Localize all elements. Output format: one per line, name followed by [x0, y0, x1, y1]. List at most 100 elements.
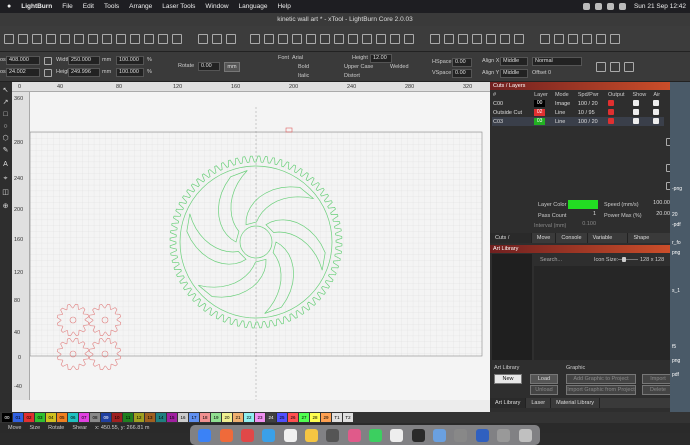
apple-icon[interactable]: ●	[7, 3, 11, 10]
palette-swatch[interactable]: 13	[145, 413, 155, 422]
settings-icon[interactable]	[212, 34, 222, 44]
ellipse-tool-icon[interactable]: ○	[1, 122, 10, 131]
calendar-icon[interactable]	[283, 428, 297, 442]
edit-nodes-icon[interactable]: ↗	[1, 98, 10, 107]
bool-intersect-icon[interactable]	[568, 34, 578, 44]
measure-tool-icon[interactable]: ⌖	[1, 174, 10, 183]
height-field[interactable]: 249.996	[68, 68, 100, 77]
open-icon[interactable]	[4, 34, 14, 44]
palette-swatch[interactable]: T2	[343, 413, 353, 422]
palette-swatch[interactable]: 05	[57, 413, 67, 422]
trace-icon[interactable]	[172, 34, 182, 44]
palette-swatch[interactable]: 29	[321, 413, 331, 422]
menu-app[interactable]: LightBurn	[21, 3, 52, 10]
paste-icon[interactable]	[88, 34, 98, 44]
alignx-select[interactable]: Middle	[500, 57, 528, 66]
work-canvas[interactable]	[30, 92, 490, 400]
show-toggle[interactable]	[632, 117, 639, 124]
icon-size-slider[interactable]	[618, 259, 638, 260]
air-toggle[interactable]	[653, 117, 660, 124]
menu-tools[interactable]: Tools	[104, 3, 119, 10]
palette-swatch[interactable]: 23	[255, 413, 265, 422]
tab-cuts-layers[interactable]: Cuts / Layers	[490, 233, 532, 251]
device-icon[interactable]	[226, 34, 236, 44]
lightburn-icon[interactable]	[411, 428, 425, 442]
desktop-file-label[interactable]: 20	[672, 212, 678, 218]
copy-icon[interactable]	[74, 34, 84, 44]
cut-icon[interactable]	[60, 34, 70, 44]
offset-tool-icon[interactable]: ◫	[1, 188, 10, 197]
search-icon[interactable]	[606, 3, 614, 10]
welded-check[interactable]: Welded	[390, 64, 409, 70]
system-settings-icon[interactable]	[454, 428, 468, 442]
grid-icon[interactable]	[610, 34, 620, 44]
flip-icon[interactable]	[390, 34, 400, 44]
anchor-icon[interactable]	[44, 57, 52, 65]
palette-swatch[interactable]: 11	[123, 413, 133, 422]
align-middle-icon[interactable]	[306, 34, 316, 44]
row-mode[interactable]: Line	[554, 117, 577, 126]
speed-field[interactable]: 100.00	[644, 200, 670, 209]
clock[interactable]: Sun 21 Sep 12:42	[634, 3, 686, 10]
hspace-field[interactable]: 0.00	[452, 58, 472, 67]
layer-swatch[interactable]: 00	[534, 100, 546, 107]
app-icon[interactable]	[497, 428, 511, 442]
pan-icon[interactable]	[102, 34, 112, 44]
weld-icon[interactable]	[458, 34, 468, 44]
palette-swatch[interactable]: 00	[2, 413, 12, 422]
palette-swatch[interactable]: 28	[310, 413, 320, 422]
palette-swatch[interactable]: 24	[266, 413, 276, 422]
align-top-icon[interactable]	[292, 34, 302, 44]
tab-console[interactable]: Console	[556, 233, 588, 243]
desktop-file-label[interactable]: png	[672, 358, 680, 364]
width-field[interactable]: 250.000	[68, 56, 100, 65]
layer-swatch[interactable]: 03	[534, 118, 546, 125]
palette-swatch[interactable]: 01	[13, 413, 23, 422]
position-icon[interactable]	[444, 34, 454, 44]
uppercase-check[interactable]: Upper Case	[344, 64, 373, 70]
palette-swatch[interactable]: 17	[189, 413, 199, 422]
control-center-icon[interactable]	[618, 3, 626, 10]
status-shear[interactable]: Shear	[72, 425, 87, 431]
table-row[interactable]: Outside Cut 02 Line 10 / 95	[492, 108, 664, 117]
menu-window[interactable]: Window	[205, 3, 228, 10]
power-field[interactable]: 20.00	[644, 211, 670, 220]
menu-laser-tools[interactable]: Laser Tools	[162, 3, 195, 10]
table-row[interactable]: C03 03 Line 100 / 20	[492, 117, 664, 126]
art-library-list[interactable]	[492, 254, 532, 360]
palette-swatch[interactable]: 10	[112, 413, 122, 422]
aligny-select[interactable]: Middle	[500, 69, 528, 78]
zoom-in-icon[interactable]	[116, 34, 126, 44]
polygon-tool-icon[interactable]: ⬡	[1, 134, 10, 143]
start-icon[interactable]	[610, 62, 620, 72]
tab-art-library[interactable]: Art Library	[490, 398, 527, 408]
offset-icon[interactable]	[486, 34, 496, 44]
frame-icon[interactable]	[596, 62, 606, 72]
mail-icon[interactable]	[262, 428, 276, 442]
palette-swatch[interactable]: 21	[233, 413, 243, 422]
palette-swatch[interactable]: 07	[79, 413, 89, 422]
palette-swatch[interactable]: 26	[288, 413, 298, 422]
print-icon[interactable]	[596, 34, 606, 44]
lock-icon[interactable]	[44, 69, 52, 77]
output-toggle[interactable]	[608, 117, 615, 124]
zoom-out-icon[interactable]	[130, 34, 140, 44]
desktop-file-label[interactable]: -png	[672, 186, 682, 192]
boolean-icon[interactable]	[472, 34, 482, 44]
x-field[interactable]: 408.000	[6, 56, 40, 65]
import-icon[interactable]	[32, 34, 42, 44]
desktop-file-label[interactable]: -pdf	[672, 222, 681, 228]
align-bottom-icon[interactable]	[320, 34, 330, 44]
menu-language[interactable]: Language	[239, 3, 268, 10]
app-icon[interactable]	[475, 428, 489, 442]
show-toggle[interactable]	[632, 108, 639, 115]
show-toggle[interactable]	[632, 99, 639, 106]
camera-icon[interactable]	[198, 34, 208, 44]
desktop-file-label[interactable]: f5	[672, 344, 676, 350]
add-graphic-button[interactable]: Add Graphic to Project	[566, 374, 636, 384]
palette-swatch[interactable]: 04	[46, 413, 56, 422]
palette-swatch[interactable]: 09	[101, 413, 111, 422]
output-toggle[interactable]	[608, 99, 615, 106]
row-mode[interactable]: Image	[554, 99, 577, 108]
messages-icon[interactable]	[369, 428, 383, 442]
